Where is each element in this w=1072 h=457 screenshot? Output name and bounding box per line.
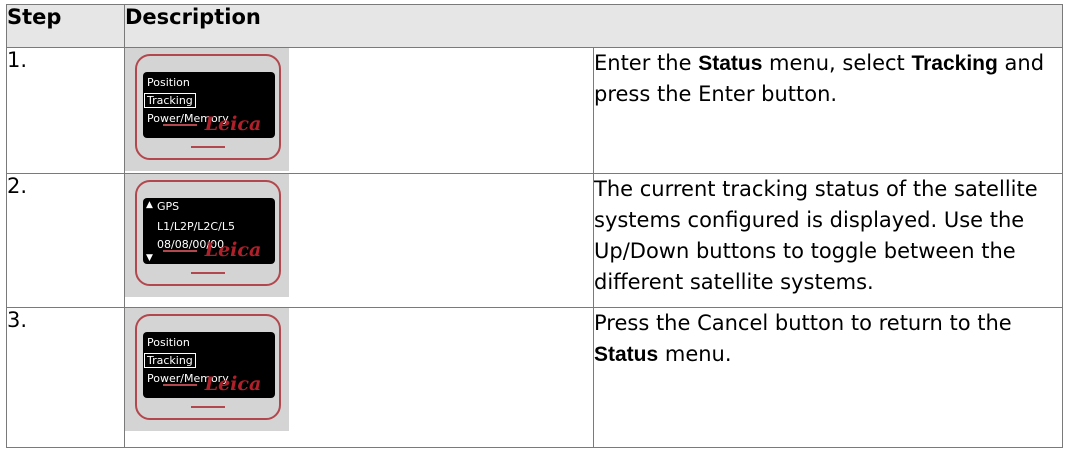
menu-item-position: Position bbox=[147, 336, 190, 349]
menu-item-selected: Tracking bbox=[144, 93, 196, 108]
menu-item-tracking: Tracking bbox=[144, 353, 196, 368]
menu-item-position: Position bbox=[147, 76, 190, 89]
step-number: 1. bbox=[6, 47, 125, 174]
step-number: 2. bbox=[6, 173, 125, 308]
menu-item-tracking: Tracking bbox=[144, 93, 196, 108]
step-description: Press the Cancel button to return to the… bbox=[593, 307, 1063, 448]
table-header-row: Step Description bbox=[6, 4, 1063, 48]
scroll-up-icon: ▲ bbox=[146, 200, 153, 210]
device-frame: ▲ GPS L1/L2P/L2C/L5 08/08/00/00 ▼ Leica bbox=[135, 180, 281, 286]
leica-logo: Leica bbox=[137, 113, 279, 157]
device-display-image: Position Tracking Power/Memory Leica bbox=[124, 47, 594, 174]
step-description: Enter the Status menu, select Tracking a… bbox=[593, 47, 1063, 174]
satellite-system: GPS bbox=[157, 200, 180, 213]
table-row: 3. Position Tracking Power/Memory Leica … bbox=[6, 307, 1063, 448]
steps-table: Step Description 1. Position Tracking Po… bbox=[6, 4, 1063, 448]
device-display-image: Position Tracking Power/Memory Leica bbox=[124, 307, 594, 448]
device-display: ▲ GPS L1/L2P/L2C/L5 08/08/00/00 ▼ Leica bbox=[125, 174, 289, 297]
table-row: 1. Position Tracking Power/Memory Leica … bbox=[6, 47, 1063, 174]
header-description: Description bbox=[124, 4, 1063, 48]
device-display: Position Tracking Power/Memory Leica bbox=[125, 48, 289, 171]
step-number: 3. bbox=[6, 307, 125, 448]
leica-logo: Leica bbox=[137, 239, 279, 283]
tracking-signals: L1/L2P/L2C/L5 bbox=[157, 220, 235, 233]
device-frame: Position Tracking Power/Memory Leica bbox=[135, 54, 281, 160]
header-step: Step bbox=[6, 4, 125, 48]
table-row: 2. ▲ GPS L1/L2P/L2C/L5 08/08/00/00 ▼ Lei… bbox=[6, 173, 1063, 308]
leica-logo: Leica bbox=[137, 373, 279, 417]
step-description: The current tracking status of the satel… bbox=[593, 173, 1063, 308]
menu-item-selected: Tracking bbox=[144, 353, 196, 368]
device-display-image: ▲ GPS L1/L2P/L2C/L5 08/08/00/00 ▼ Leica bbox=[124, 173, 594, 308]
device-display: Position Tracking Power/Memory Leica bbox=[125, 308, 289, 431]
device-frame: Position Tracking Power/Memory Leica bbox=[135, 314, 281, 420]
